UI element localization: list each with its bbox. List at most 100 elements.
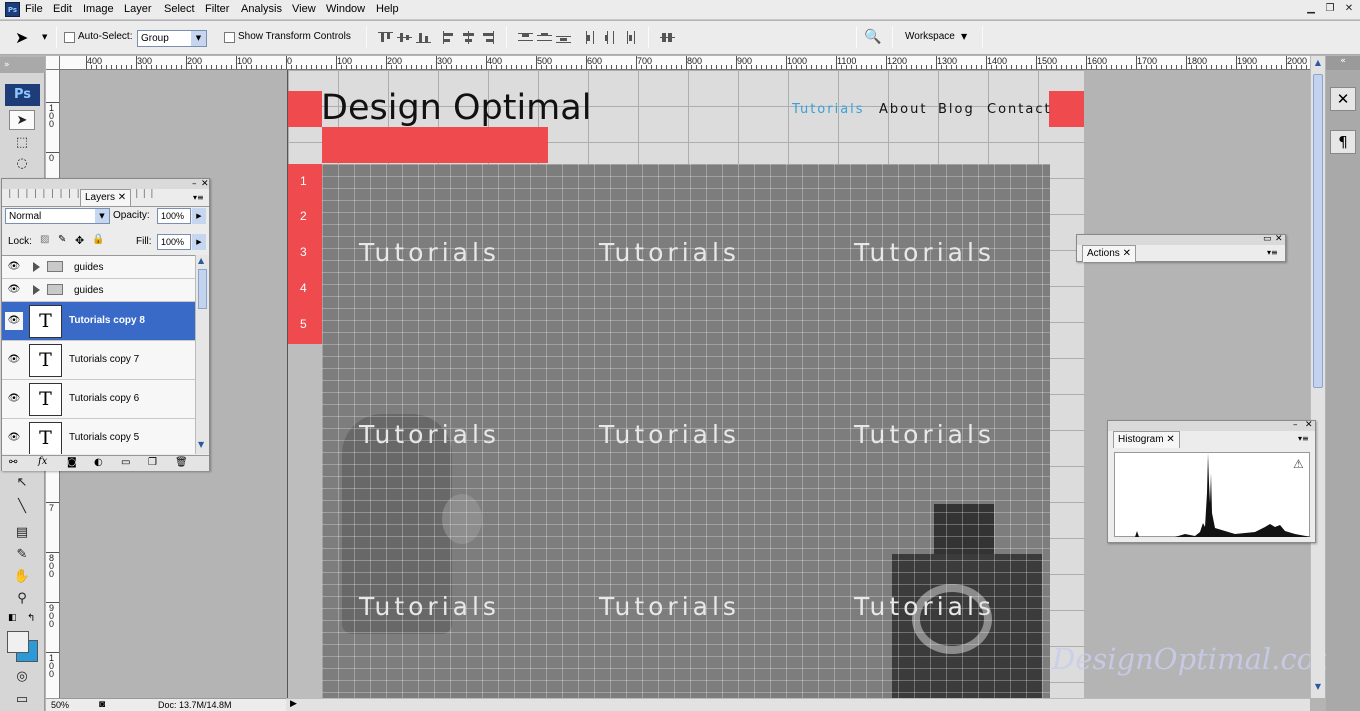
- distribute-bottom-icon[interactable]: [556, 31, 571, 44]
- distribute-left-icon[interactable]: [584, 31, 599, 44]
- opacity-input[interactable]: 100%: [157, 208, 191, 224]
- fill-input[interactable]: 100%: [157, 234, 191, 250]
- layer-row[interactable]: 👁 T Tutorials copy 5: [2, 419, 195, 454]
- menu-help[interactable]: Help: [376, 3, 399, 15]
- actions-tab-close-icon[interactable]: ✕: [1123, 248, 1131, 259]
- collapsed-tabs-2[interactable]: ❘❘❘: [133, 189, 156, 199]
- zoom-tool-icon[interactable]: ⚲: [9, 589, 35, 609]
- histogram-tab[interactable]: Histogram ✕: [1113, 431, 1180, 448]
- layers-tab[interactable]: Layers ✕: [80, 189, 132, 206]
- adjustment-layer-icon[interactable]: ◐: [94, 457, 103, 468]
- vertical-scrollbar[interactable]: ▲ ▼: [1310, 56, 1325, 698]
- quick-mask-icon[interactable]: ◎: [9, 667, 35, 687]
- menu-window[interactable]: Window: [326, 3, 365, 15]
- auto-select-dropdown[interactable]: Group ▼: [137, 30, 207, 47]
- eye-icon[interactable]: 👁: [5, 390, 23, 408]
- scroll-down-icon[interactable]: ▼: [198, 440, 204, 449]
- align-bottom-icon[interactable]: [416, 31, 431, 44]
- eyedropper-tool-icon[interactable]: ✎: [9, 545, 35, 565]
- align-left-icon[interactable]: [442, 31, 457, 44]
- paragraph-icon[interactable]: ¶: [1330, 130, 1356, 154]
- trash-icon[interactable]: 🗑: [175, 457, 188, 468]
- distribute-right-icon[interactable]: [622, 31, 637, 44]
- layers-panel-close-icon[interactable]: ✕: [201, 179, 209, 189]
- tool-presets-icon[interactable]: ✕: [1330, 87, 1356, 111]
- layer-row[interactable]: 👁 guides: [2, 279, 195, 302]
- eye-icon[interactable]: 👁: [5, 281, 23, 299]
- ps-logo[interactable]: Ps: [5, 84, 40, 106]
- layer-row[interactable]: 👁 T Tutorials copy 7: [2, 341, 195, 380]
- lock-position-icon[interactable]: ✥: [75, 234, 84, 247]
- distribute-hcenter-icon[interactable]: [603, 31, 618, 44]
- horizontal-scrollbar[interactable]: ▶: [286, 698, 1310, 711]
- layer-row[interactable]: 👁 T Tutorials copy 6: [2, 380, 195, 419]
- lasso-tool-icon[interactable]: ◌: [9, 154, 35, 174]
- default-colors-icon[interactable]: ◧: [8, 613, 17, 623]
- menu-analysis[interactable]: Analysis: [241, 3, 282, 15]
- link-layers-icon[interactable]: ⚯: [9, 457, 17, 468]
- new-group-icon[interactable]: ▭: [121, 457, 130, 468]
- notes-tool-icon[interactable]: ▤: [9, 523, 35, 543]
- show-transform-checkbox[interactable]: [224, 32, 235, 43]
- align-vcenter-icon[interactable]: [397, 31, 412, 44]
- zoom-level[interactable]: 50%: [51, 700, 69, 710]
- menu-select[interactable]: Select: [164, 3, 195, 15]
- path-selection-tool-icon[interactable]: ↖: [9, 473, 35, 493]
- restore-icon[interactable]: ❐: [1322, 3, 1338, 16]
- new-layer-icon[interactable]: ❐: [148, 457, 157, 468]
- tools-collapse-icon[interactable]: »: [0, 57, 45, 73]
- layers-panel-minimize-icon[interactable]: –: [192, 179, 197, 189]
- align-top-icon[interactable]: [378, 31, 393, 44]
- status-menu-icon[interactable]: ◙: [99, 699, 105, 710]
- hand-tool-icon[interactable]: ✋: [9, 567, 35, 587]
- histogram-tab-close-icon[interactable]: ✕: [1166, 434, 1174, 445]
- actions-panel-menu-icon[interactable]: ▾≡: [1267, 248, 1278, 257]
- layer-row[interactable]: 👁 guides: [2, 256, 195, 279]
- histogram-panel-close-icon[interactable]: ✕: [1305, 420, 1313, 430]
- ruler-origin[interactable]: [46, 56, 60, 70]
- expand-group-icon[interactable]: [33, 262, 40, 272]
- dock-collapse-icon[interactable]: «: [1326, 56, 1360, 70]
- histogram-panel-menu-icon[interactable]: ▾≡: [1298, 434, 1309, 443]
- scroll-up-icon[interactable]: ▲: [198, 256, 204, 265]
- layers-scroll-thumb[interactable]: [198, 269, 207, 309]
- auto-align-layers-icon[interactable]: [660, 31, 675, 44]
- minimize-icon[interactable]: ▁: [1303, 3, 1319, 16]
- menu-filter[interactable]: Filter: [205, 3, 229, 15]
- menu-edit[interactable]: Edit: [53, 3, 72, 15]
- opacity-slider-icon[interactable]: ▶: [192, 208, 206, 224]
- layers-tab-close-icon[interactable]: ✕: [118, 192, 126, 203]
- auto-select-checkbox[interactable]: [64, 32, 75, 43]
- lock-transparent-icon[interactable]: ▨: [40, 234, 49, 245]
- layer-row-selected[interactable]: 👁 T Tutorials copy 8: [2, 302, 195, 341]
- scroll-left-icon[interactable]: ▶: [290, 699, 297, 709]
- blend-mode-dropdown[interactable]: Normal ▼: [5, 208, 110, 224]
- align-hcenter-icon[interactable]: [461, 31, 476, 44]
- actions-panel-close-icon[interactable]: ✕: [1275, 234, 1283, 244]
- align-right-icon[interactable]: [480, 31, 495, 44]
- workspace-chevron-icon[interactable]: ▼: [961, 32, 967, 41]
- close-window-icon[interactable]: ✕: [1341, 3, 1357, 16]
- foreground-color-swatch[interactable]: [7, 631, 29, 653]
- distribute-top-icon[interactable]: [518, 31, 533, 44]
- scroll-down-icon[interactable]: ▼: [1312, 682, 1324, 694]
- menu-file[interactable]: File: [25, 3, 43, 15]
- eye-icon[interactable]: 👁: [5, 258, 23, 276]
- file-browser-icon[interactable]: 🔍: [864, 29, 881, 45]
- collapsed-tabs[interactable]: ❘❘❘❘❘❘❘❘❘❘: [6, 189, 90, 205]
- layers-scrollbar[interactable]: ▲ ▼: [195, 255, 209, 454]
- move-tool-icon[interactable]: ➤: [9, 110, 35, 130]
- screen-mode-icon[interactable]: ▭: [9, 690, 35, 710]
- layer-style-icon[interactable]: fx: [38, 456, 47, 467]
- swap-colors-icon[interactable]: ↰: [27, 613, 35, 624]
- fill-slider-icon[interactable]: ▶: [192, 234, 206, 250]
- vertical-scroll-thumb[interactable]: [1313, 74, 1323, 388]
- marquee-tool-icon[interactable]: ⬚: [9, 133, 35, 153]
- layer-mask-icon[interactable]: ◙: [67, 457, 77, 468]
- lock-image-icon[interactable]: ✎: [58, 234, 66, 245]
- distribute-vcenter-icon[interactable]: [537, 31, 552, 44]
- move-tool-icon[interactable]: ➤: [15, 28, 28, 47]
- scroll-up-icon[interactable]: ▲: [1312, 58, 1324, 70]
- tool-preset-chevron-icon[interactable]: ▼: [42, 33, 47, 41]
- lock-all-icon[interactable]: 🔒: [92, 234, 104, 245]
